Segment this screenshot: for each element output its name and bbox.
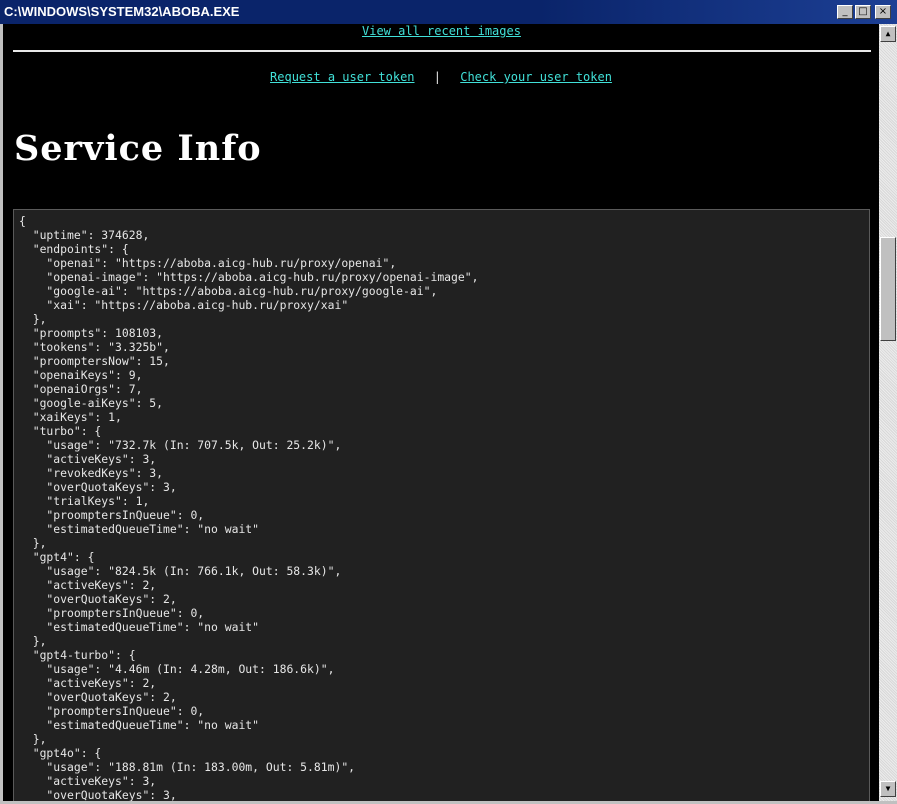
view-recent-images-link[interactable]: View all recent images — [362, 24, 521, 38]
minimize-button[interactable]: _ — [837, 5, 853, 19]
service-info-box[interactable]: { "uptime": 374628, "endpoints": { "open… — [13, 209, 870, 801]
link-separator: | — [433, 70, 441, 84]
check-token-link[interactable]: Check your user token — [460, 70, 612, 84]
scroll-down-arrow-icon[interactable]: ▼ — [880, 781, 896, 797]
scroll-up-arrow-icon[interactable]: ▲ — [880, 26, 896, 42]
close-button[interactable]: × — [875, 5, 891, 19]
scrollbar-thumb[interactable] — [880, 237, 896, 341]
app-window: C:\WINDOWS\SYSTEM32\ABOBA.EXE _ □ × View… — [0, 0, 897, 804]
request-token-link[interactable]: Request a user token — [270, 70, 415, 84]
token-links-row: Request a user token | Check your user t… — [3, 70, 879, 84]
page-content: View all recent images Request a user to… — [3, 24, 879, 801]
title-bar[interactable]: C:\WINDOWS\SYSTEM32\ABOBA.EXE _ □ × — [0, 0, 897, 24]
page-title: Service Info — [14, 128, 262, 169]
window-title: C:\WINDOWS\SYSTEM32\ABOBA.EXE — [4, 4, 240, 19]
divider — [13, 50, 871, 52]
service-info-json: { "uptime": 374628, "endpoints": { "open… — [19, 214, 479, 801]
maximize-button[interactable]: □ — [855, 5, 871, 19]
vertical-scrollbar[interactable]: ▲ ▼ — [879, 24, 897, 801]
